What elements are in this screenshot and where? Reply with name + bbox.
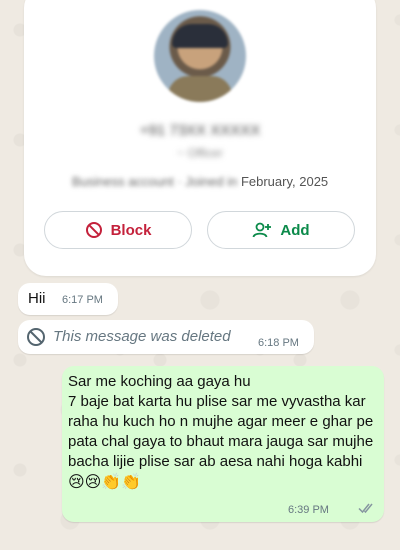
message-time: 6:17 PM bbox=[62, 294, 103, 306]
message-time: 6:18 PM bbox=[258, 337, 299, 349]
add-person-icon bbox=[253, 222, 272, 238]
joined-year: February, 2025 bbox=[240, 174, 329, 189]
message-text: Sar me koching aa gaya hu 7 baje bat kar… bbox=[68, 373, 374, 470]
message-emojis: 😢😢👏👏 bbox=[68, 472, 142, 491]
message-text-block: Sar me koching aa gaya hu 7 baje bat kar… bbox=[68, 372, 380, 493]
message-time: 6:39 PM bbox=[288, 504, 329, 516]
add-button-label: Add bbox=[280, 221, 310, 239]
incoming-message[interactable]: Hii 6:17 PM bbox=[18, 283, 118, 315]
block-button-label: Block bbox=[110, 221, 152, 239]
outgoing-message[interactable]: Sar me koching aa gaya hu 7 baje bat kar… bbox=[62, 366, 384, 522]
deleted-message-text: This message was deleted bbox=[53, 328, 231, 345]
avatar-body bbox=[168, 76, 232, 102]
avatar-cap bbox=[172, 24, 228, 48]
deleted-icon bbox=[27, 328, 45, 346]
deleted-message[interactable]: This message was deleted 6:18 PM bbox=[18, 320, 314, 354]
contact-profile-card: +91 73XX XXXXX ~ Officer Business accoun… bbox=[24, 0, 376, 276]
add-contact-button[interactable]: Add bbox=[207, 211, 355, 249]
block-button[interactable]: Block bbox=[44, 211, 192, 249]
contact-phone-blurred: +91 73XX XXXXX bbox=[139, 122, 261, 139]
contact-avatar[interactable] bbox=[154, 10, 246, 102]
block-icon bbox=[85, 222, 102, 238]
business-info-blurred: Business account · Joined in bbox=[71, 174, 238, 189]
read-ticks-icon bbox=[358, 503, 373, 514]
message-text: Hii bbox=[28, 290, 46, 307]
contact-name-blurred: ~ Officer bbox=[177, 146, 223, 160]
business-info: Business account · Joined in February, 2… bbox=[24, 174, 376, 189]
